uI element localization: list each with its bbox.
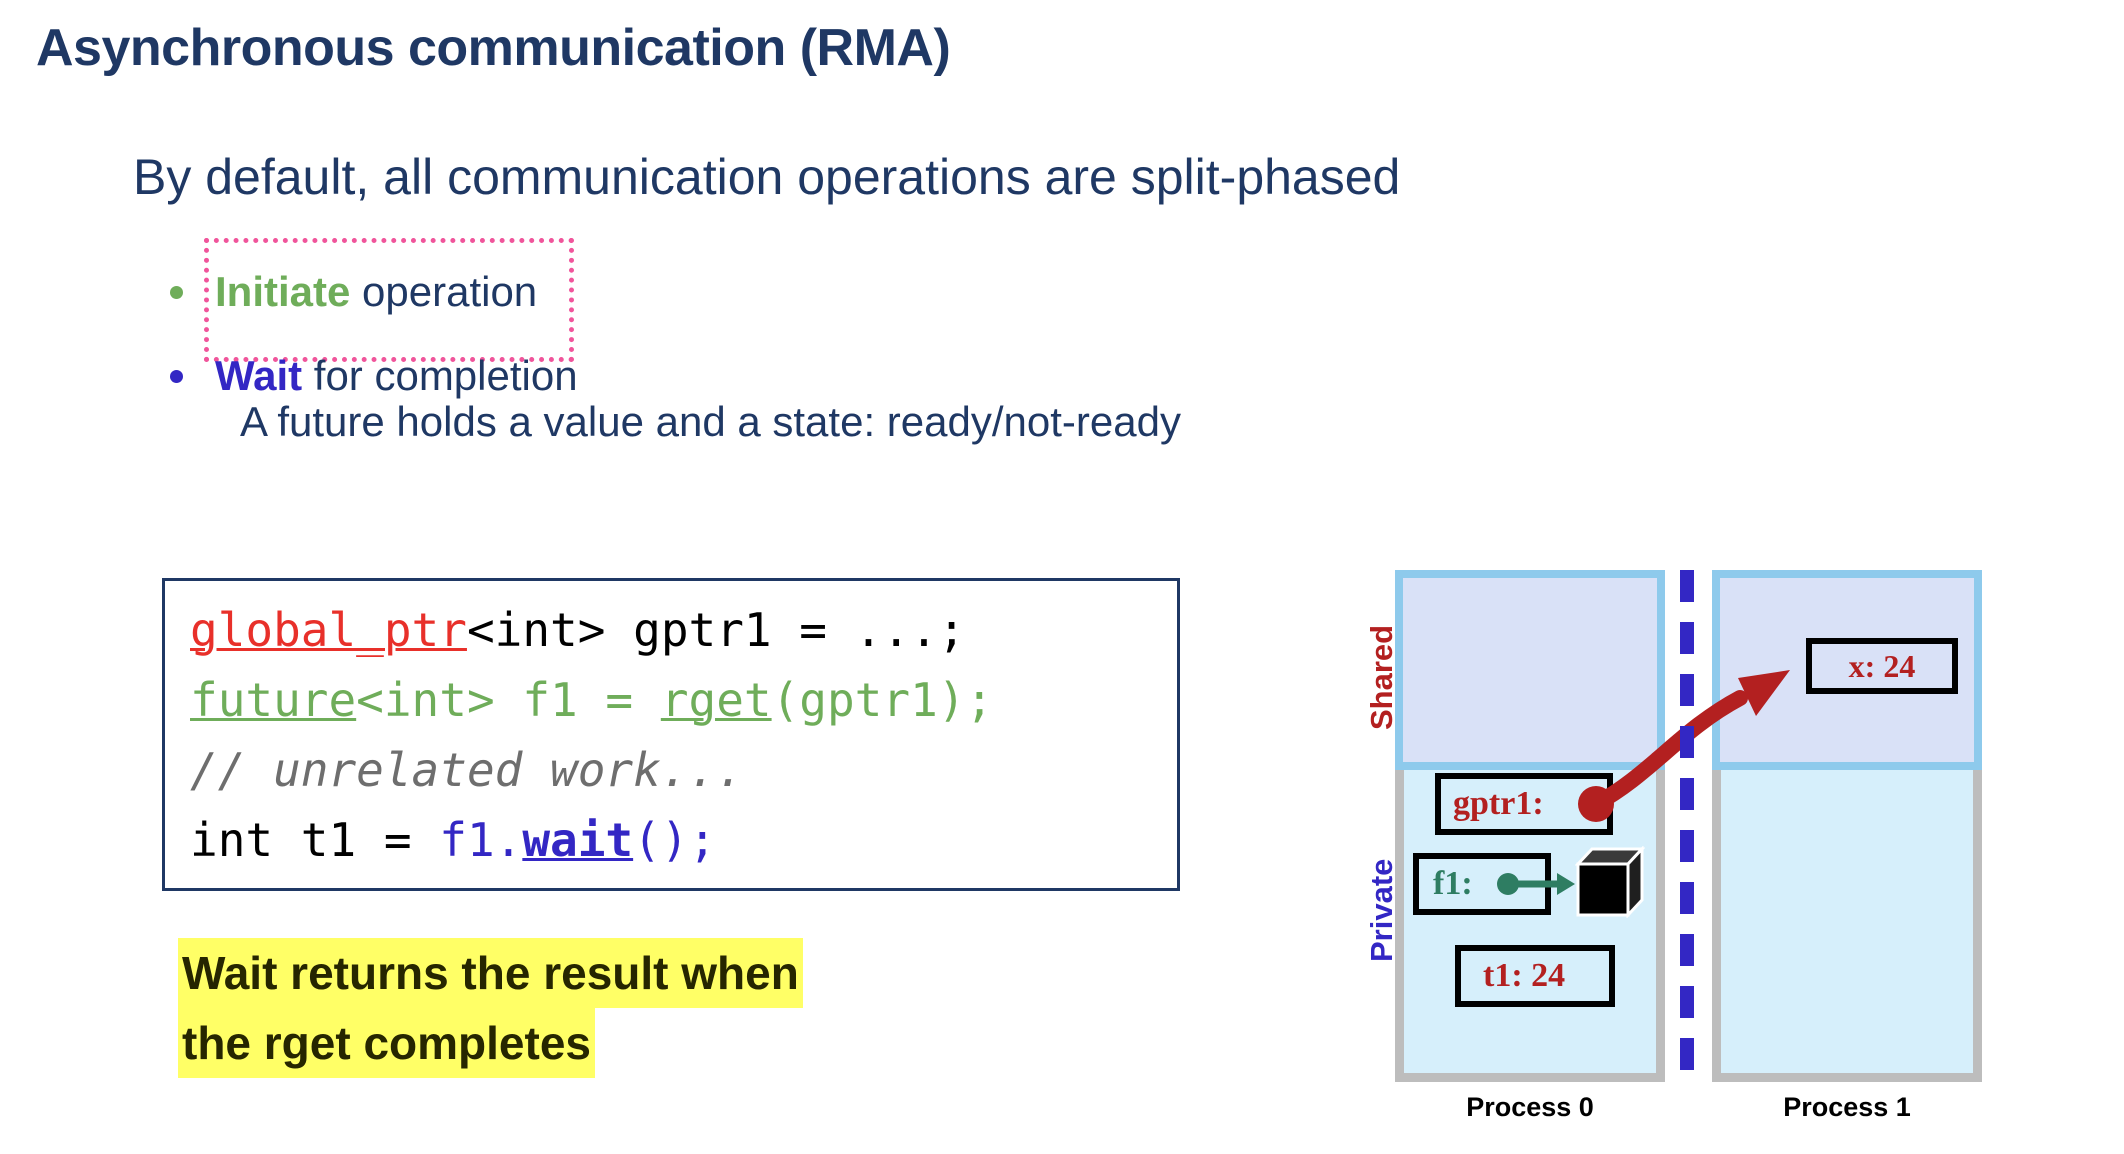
- process-1-private-inner: [1721, 770, 1973, 1073]
- bullet-text: Initiate operation: [215, 268, 537, 316]
- code-lines: global_ptr<int> gptr1 = ...; future<int>…: [190, 595, 993, 875]
- bullet-rest: operation: [350, 268, 538, 315]
- variable-label-gptr1: gptr1:: [1453, 785, 1544, 822]
- variable-box-t1: t1: 24: [1455, 945, 1615, 1007]
- callout-line-1: Wait returns the result when: [178, 938, 803, 1008]
- process-0-memory: gptr1: f1: t1: 24 Process 0: [1395, 570, 1665, 1122]
- process-0-shared-inner: [1403, 578, 1657, 762]
- process-1-caption: Process 1: [1783, 1092, 1911, 1122]
- keyword-wait: Wait: [215, 352, 303, 399]
- code-line2-mid: <int> f1 =: [356, 673, 661, 727]
- process-1-shared-inner: x: 24: [1720, 578, 1974, 762]
- callout-line-2: the rget completes: [178, 1008, 595, 1078]
- code-line1-rest: <int> gptr1 = ...;: [466, 603, 966, 657]
- code-token-wait: wait: [522, 813, 634, 867]
- bullet-dot-initiate: [170, 285, 183, 299]
- code-token-future: future: [190, 673, 357, 727]
- bullet-dot-wait: [170, 369, 183, 383]
- bullet-list: Initiate operation Wait for completion: [170, 250, 810, 418]
- keyword-initiate: Initiate: [215, 268, 351, 315]
- gptr1-pointer-dot: [1578, 786, 1614, 822]
- code-block: global_ptr<int> gptr1 = ...; future<int>…: [162, 578, 1180, 891]
- code-comment: // unrelated work...: [190, 743, 744, 797]
- future-description: A future holds a value and a state: read…: [240, 398, 1181, 445]
- bullet-rest: for completion: [302, 352, 578, 399]
- process-0-shared-region: [1395, 570, 1665, 770]
- memory-diagram: Shared Private gptr1: f1: t1: 24 Process…: [1320, 570, 2060, 1130]
- process-1-private-region: [1712, 770, 1982, 1082]
- process-1-memory: x: 24 Process 1: [1712, 570, 1982, 1122]
- variable-label-x: x: 24: [1848, 647, 1916, 684]
- process-divider-dashed-line: [1680, 570, 1694, 1082]
- future-state-cube-icon: [1575, 846, 1645, 918]
- variable-label-f1: f1:: [1433, 865, 1473, 902]
- f1-to-cube-arrow-icon: [1513, 873, 1575, 895]
- code-token-rget: rget: [660, 673, 772, 727]
- lead-statement: By default, all communication operations…: [133, 149, 1401, 205]
- variable-box-x: x: 24: [1806, 638, 1958, 694]
- process-0-caption: Process 0: [1466, 1092, 1594, 1122]
- callout-note: Wait returns the result when the rget co…: [178, 938, 803, 1078]
- page-title: Asynchronous communication (RMA): [36, 19, 951, 77]
- code-line4-start: int t1 =: [190, 813, 440, 867]
- code-line2-end: (gptr1);: [771, 673, 994, 727]
- variable-label-t1: t1: 24: [1483, 957, 1566, 994]
- process-1-shared-region: x: 24: [1712, 570, 1982, 770]
- code-line4-end: ();: [633, 813, 717, 867]
- bullet-text: Wait for completion: [215, 352, 578, 400]
- list-item: Initiate operation: [170, 250, 810, 334]
- code-token-global-ptr: global_ptr: [190, 603, 467, 657]
- code-token-f1: f1.: [439, 813, 523, 867]
